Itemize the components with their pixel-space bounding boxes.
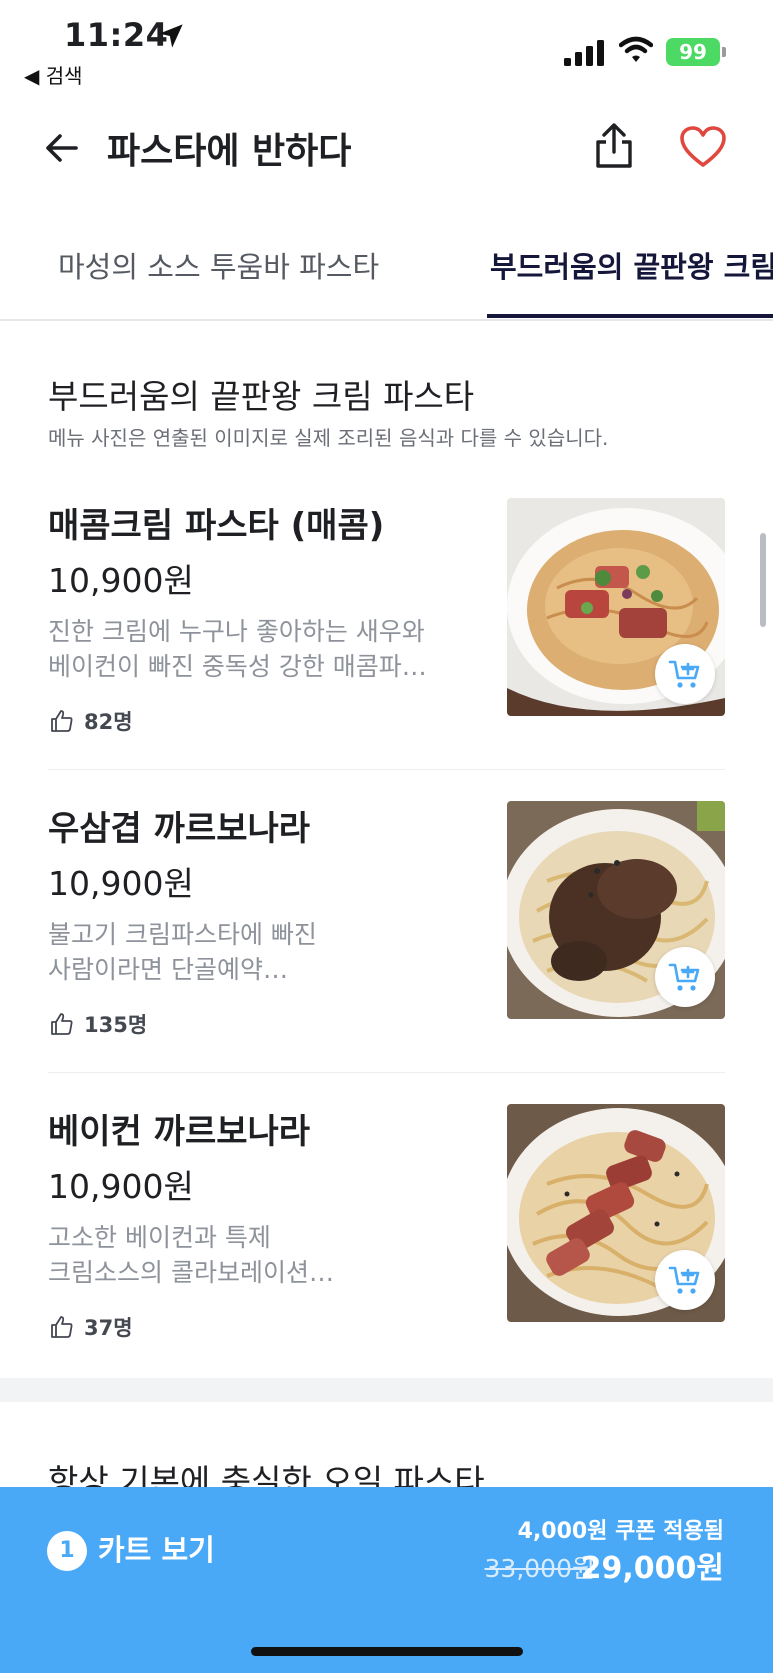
final-price: 29,000원 [580,1551,724,1586]
like-count: 37명 [50,1314,133,1340]
divider [48,1072,725,1073]
menu-item-description-line: 진한 크림에 누구나 좋아하는 새우와 [48,617,425,646]
cart-plus-icon [668,660,700,688]
menu-item-price: 10,900원 [48,561,194,600]
back-to-search-link[interactable]: ◀ 검색 [24,60,83,89]
cellular-signal-icon [564,40,604,66]
menu-item-description-line: 베이컨이 빠진 중독성 강한 매콤파… [48,652,427,681]
like-count-text: 37명 [84,1316,133,1340]
thumbs-up-icon [51,1013,73,1035]
original-price: 33,000원 [484,1554,595,1583]
menu-item-name: 매콤크림 파스타 (매콤) [48,506,385,546]
status-bar: 11:24 ◀ 검색 99 [0,0,773,92]
tab-tuumba-pasta[interactable]: 마성의 소스 투움바 파스타 [58,244,379,286]
menu-item-description-line: 크림소스의 콜라보레이션… [48,1258,334,1287]
cart-count-badge: 1 [47,1531,87,1571]
battery-level: 99 [679,40,707,64]
back-arrow-icon[interactable] [40,126,84,170]
favorite-heart-icon[interactable] [678,124,728,170]
menu-item-price: 10,900원 [48,1167,194,1206]
category-tabs: 마성의 소스 투움바 파스타 부드러움의 끝판왕 크림 [0,210,773,321]
battery-indicator: 99 [666,38,726,66]
store-header: 파스타에 반하다 [0,100,773,196]
view-cart-bar[interactable]: 1 카트 보기 4,000원 쿠폰 적용됨 33,000원 29,000원 [0,1487,773,1673]
menu-item-name: 베이컨 까르보나라 [48,1112,311,1152]
like-count: 82명 [50,708,133,734]
menu-item-description-line: 고소한 베이컨과 특제 [48,1223,271,1252]
menu-item-description: 불고기 크림파스타에 빠진 사람이라면 단골예약… [48,917,468,987]
menu-item-description: 진한 크림에 누구나 좋아하는 새우와 베이컨이 빠진 중독성 강한 매콤파… [48,614,468,684]
share-icon[interactable] [588,120,640,172]
home-indicator[interactable] [251,1647,523,1656]
like-count-text: 82명 [84,710,133,734]
add-to-cart-button[interactable] [655,1250,715,1310]
status-time: 11:24 [64,16,169,54]
menu-item-description-line: 불고기 크림파스타에 빠진 [48,920,317,949]
menu-item-price: 10,900원 [48,864,194,903]
active-tab-underline [487,314,773,318]
add-to-cart-button[interactable] [655,947,715,1007]
menu-item[interactable]: 베이컨 까르보나라 10,900원 고소한 베이컨과 특제 크림소스의 콜라보레… [0,1104,773,1406]
coupon-applied-text: 4,000원 쿠폰 적용됨 [517,1519,724,1544]
section-separator [0,1378,773,1402]
cart-plus-icon [668,1266,700,1294]
photo-disclaimer: 메뉴 사진은 연출된 이미지로 실제 조리된 음식과 다를 수 있습니다. [48,426,609,450]
page-title: 파스타에 반하다 [107,131,352,172]
tab-cream-pasta[interactable]: 부드러움의 끝판왕 크림 [490,244,773,286]
like-count-text: 135명 [84,1013,148,1037]
thumbs-up-icon [51,710,73,732]
thumbs-up-icon [51,1316,73,1338]
menu-item-description-line: 사람이라면 단골예약… [48,955,288,984]
view-cart-label: 카트 보기 [98,1533,215,1567]
section-title: 부드러움의 끝판왕 크림 파스타 [48,377,475,416]
location-arrow-icon [159,24,183,48]
wifi-icon [619,36,653,62]
menu-item-description: 고소한 베이컨과 특제 크림소스의 콜라보레이션… [48,1220,468,1290]
menu-item[interactable]: 매콤크림 파스타 (매콤) 10,900원 진한 크림에 누구나 좋아하는 새우… [0,498,773,800]
add-to-cart-button[interactable] [655,644,715,704]
cart-plus-icon [668,963,700,991]
like-count: 135명 [50,1011,147,1037]
divider [48,769,725,770]
menu-item[interactable]: 우삼겹 까르보나라 10,900원 불고기 크림파스타에 빠진 사람이라면 단골… [0,801,773,1103]
menu-item-name: 우삼겹 까르보나라 [48,809,311,849]
